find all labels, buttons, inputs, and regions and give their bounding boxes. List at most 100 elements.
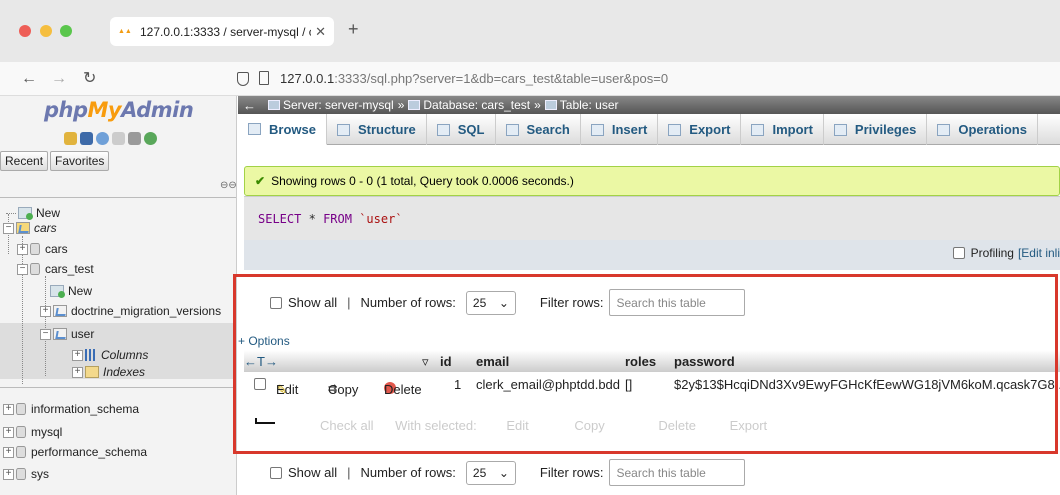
favorites-button[interactable]: Favorites — [50, 151, 110, 171]
expand-icon[interactable]: + — [3, 446, 14, 458]
breadcrumb-server[interactable]: Server: server-mysql — [283, 98, 394, 112]
minimize-window-button[interactable] — [40, 25, 52, 37]
tree-item-cars-test[interactable]: − cars_test — [17, 261, 94, 277]
logo-php: php — [44, 98, 88, 122]
recent-button[interactable]: Recent — [0, 151, 49, 171]
profiling-label: Profiling — [970, 246, 1014, 260]
collapse-icon[interactable]: − — [3, 222, 14, 234]
tab-label: Privileges — [854, 122, 917, 137]
tree-item-sys[interactable]: + sys — [3, 466, 49, 482]
close-window-button[interactable] — [19, 25, 31, 37]
browser-tab[interactable]: ▲▲ 127.0.0.1:3333 / server-mysql / c ✕ — [110, 17, 334, 46]
reload-icon[interactable]: ↻ — [83, 70, 96, 88]
expand-icon[interactable]: + — [3, 426, 14, 438]
show-all-checkbox[interactable] — [270, 466, 282, 479]
profiling-checkbox[interactable] — [952, 247, 965, 259]
tree-item-user[interactable]: − user — [40, 326, 94, 342]
browser-nav-bar: ← → ↻ 127.0.0.1:3333/sql.php?server=1&db… — [0, 62, 1060, 96]
rows-value: 25 — [472, 465, 487, 480]
collapse-icon[interactable]: − — [17, 263, 28, 275]
new-tab-icon[interactable]: + — [348, 19, 359, 40]
tree-item-indexes[interactable]: + Indexes — [72, 364, 145, 380]
sql-star: * — [308, 212, 316, 226]
tree-label: cars_test — [45, 262, 94, 276]
server-icon — [268, 100, 280, 110]
indexes-icon — [85, 366, 99, 378]
privileges-icon — [833, 123, 847, 136]
shield-icon[interactable] — [237, 72, 249, 86]
tab-label: Import — [772, 122, 813, 137]
phpmyadmin-logo[interactable]: phpMyAdmin — [44, 98, 194, 122]
tree-label: mysql — [31, 425, 63, 439]
forward-arrow-icon[interactable]: → — [51, 70, 67, 88]
tree-label: cars — [34, 221, 57, 235]
expand-icon[interactable]: + — [17, 243, 28, 255]
columns-icon — [85, 349, 97, 361]
tree-item-cars[interactable]: + cars — [17, 241, 68, 257]
tab-sql[interactable]: SQL — [427, 114, 496, 145]
tab-browse[interactable]: Browse — [238, 114, 327, 145]
reload-nav-icon[interactable] — [144, 132, 157, 145]
new-icon — [50, 285, 65, 298]
expand-icon[interactable]: + — [40, 305, 51, 317]
url-host: 127.0.0.1 — [280, 71, 335, 86]
navigation-sidebar: phpMyAdmin Recent Favorites ⊖⊖ New − car… — [0, 96, 237, 495]
database-group-icon — [16, 222, 30, 234]
expand-icon[interactable]: + — [3, 468, 14, 480]
home-icon[interactable] — [64, 132, 77, 145]
logout-icon[interactable] — [80, 132, 93, 145]
tab-search[interactable]: Search — [496, 114, 581, 145]
tab-operations[interactable]: Operations — [927, 114, 1038, 145]
tab-export[interactable]: Export — [658, 114, 742, 145]
tab-label: Insert — [611, 122, 648, 137]
database-icon — [16, 426, 26, 438]
collapse-icon[interactable]: − — [40, 328, 51, 340]
filter-rows-input[interactable]: Search this table — [609, 459, 746, 486]
zoom-window-button[interactable] — [60, 25, 72, 37]
logo-my: My — [87, 98, 122, 122]
tree-item-columns[interactable]: + Columns — [72, 347, 148, 363]
search-icon — [505, 123, 519, 136]
settings-gear-icon[interactable] — [128, 132, 141, 145]
tree-label: user — [71, 327, 95, 341]
tab-title: 127.0.0.1:3333 / server-mysql / c — [140, 24, 312, 39]
close-tab-icon[interactable]: ✕ — [315, 24, 326, 40]
browser-tab-bar: ▲▲ 127.0.0.1:3333 / server-mysql / c ✕ + — [0, 0, 1060, 62]
breadcrumb-database[interactable]: Database: cars_test — [423, 98, 530, 112]
sql-keyword: SELECT — [258, 212, 302, 226]
success-message: ✔ Showing rows 0 - 0 (1 total, Query too… — [244, 166, 1060, 196]
hide-sidebar-arrow-icon[interactable]: ← — [243, 98, 256, 113]
tree-item-mysql[interactable]: + mysql — [3, 424, 62, 440]
breadcrumb-table[interactable]: Table: user — [560, 98, 619, 112]
help-icon[interactable] — [96, 132, 109, 145]
expand-icon[interactable]: + — [72, 349, 83, 361]
tab-label: SQL — [457, 122, 485, 137]
tree-item-new[interactable]: New — [6, 205, 60, 221]
logo-admin: Admin — [121, 98, 194, 122]
browse-icon — [248, 123, 261, 135]
tree-label: cars — [45, 242, 68, 256]
chevron-down-icon: ⌄ — [498, 465, 509, 480]
database-icon — [408, 100, 421, 110]
tree-item-performance-schema[interactable]: + performance_schema — [3, 444, 147, 460]
tree-label: sys — [31, 467, 49, 481]
tree-item-doctrine[interactable]: + doctrine_migration_versions — [40, 303, 221, 319]
back-arrow-icon[interactable]: ← — [21, 70, 37, 88]
tree-item-information-schema[interactable]: + information_schema — [3, 401, 139, 417]
url-bar[interactable]: 127.0.0.1:3333/sql.php?server=1&db=cars_… — [280, 71, 668, 86]
docs-icon[interactable] — [112, 132, 125, 145]
tab-insert[interactable]: Insert — [581, 114, 659, 145]
rows-select[interactable]: 25 ⌄ — [465, 460, 516, 485]
link-with-main-icon[interactable]: ⊖⊖ — [220, 180, 236, 191]
edit-inline-link[interactable]: [Edit inli — [1018, 246, 1060, 260]
tab-structure[interactable]: Structure — [327, 114, 427, 145]
tab-privileges[interactable]: Privileges — [824, 114, 928, 145]
expand-icon[interactable]: + — [72, 366, 83, 378]
tree-item-cars-db[interactable]: − cars — [3, 220, 57, 236]
expand-icon[interactable]: + — [3, 403, 14, 415]
tree-item-new-table[interactable]: New — [50, 283, 92, 299]
table-icon — [53, 305, 67, 317]
number-of-rows-label: Number of rows: — [360, 465, 456, 480]
tab-import[interactable]: Import — [741, 114, 824, 145]
sql-query-box[interactable]: SELECT * FROM `user` — [244, 196, 1060, 240]
